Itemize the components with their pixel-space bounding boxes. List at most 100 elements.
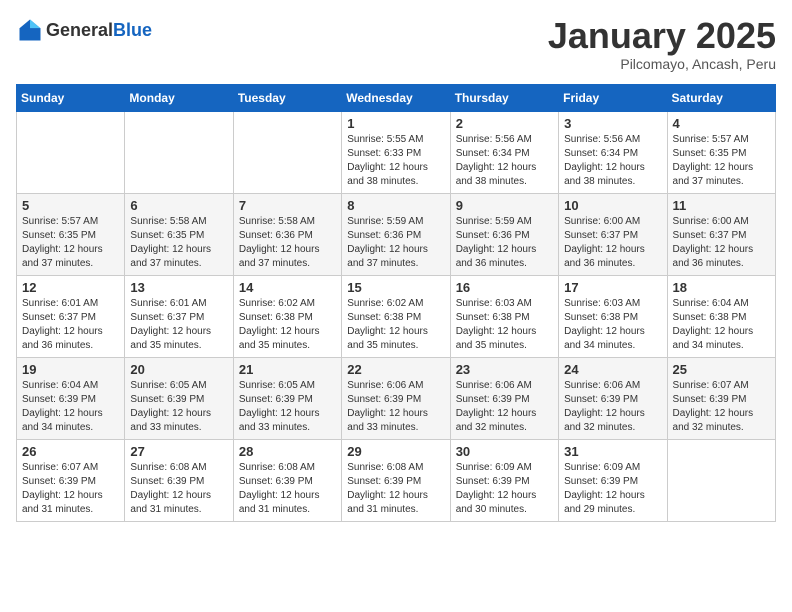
day-info: Sunrise: 6:01 AM Sunset: 6:37 PM Dayligh… bbox=[130, 297, 227, 353]
day-info: Sunrise: 5:57 AM Sunset: 6:35 PM Dayligh… bbox=[673, 133, 770, 189]
calendar-cell: 4 Sunrise: 5:57 AM Sunset: 6:35 PM Daylig… bbox=[667, 111, 775, 193]
day-of-week-header: Wednesday bbox=[342, 84, 450, 111]
calendar-cell: 10 Sunrise: 6:00 AM Sunset: 6:37 PM Dayli… bbox=[559, 193, 667, 275]
calendar-cell bbox=[125, 111, 233, 193]
day-number: 24 bbox=[564, 362, 661, 377]
day-number: 12 bbox=[22, 280, 119, 295]
calendar-cell: 8 Sunrise: 5:59 AM Sunset: 6:36 PM Daylig… bbox=[342, 193, 450, 275]
calendar-cell: 5 Sunrise: 5:57 AM Sunset: 6:35 PM Daylig… bbox=[17, 193, 125, 275]
day-number: 3 bbox=[564, 116, 661, 131]
day-info: Sunrise: 5:59 AM Sunset: 6:36 PM Dayligh… bbox=[456, 215, 553, 271]
day-number: 28 bbox=[239, 444, 336, 459]
calendar-header-row: SundayMondayTuesdayWednesdayThursdayFrid… bbox=[17, 84, 776, 111]
calendar-cell: 3 Sunrise: 5:56 AM Sunset: 6:34 PM Daylig… bbox=[559, 111, 667, 193]
calendar-cell bbox=[17, 111, 125, 193]
month-title: January 2025 bbox=[548, 16, 776, 56]
day-number: 19 bbox=[22, 362, 119, 377]
calendar-cell: 12Sunrise: 6:01 AM Sunset: 6:37 PM Dayli… bbox=[17, 275, 125, 357]
day-of-week-header: Saturday bbox=[667, 84, 775, 111]
day-info: Sunrise: 5:56 AM Sunset: 6:34 PM Dayligh… bbox=[564, 133, 661, 189]
day-info: Sunrise: 6:06 AM Sunset: 6:39 PM Dayligh… bbox=[347, 379, 444, 435]
calendar-cell: 24 Sunrise: 6:06 AM Sunset: 6:39 PM Dayli… bbox=[559, 357, 667, 439]
day-number: 14 bbox=[239, 280, 336, 295]
logo-icon bbox=[16, 16, 44, 44]
day-info: Sunrise: 5:58 AM Sunset: 6:35 PM Dayligh… bbox=[130, 215, 227, 271]
calendar-week-row: 1 Sunrise: 5:55 AM Sunset: 6:33 PM Daylig… bbox=[17, 111, 776, 193]
day-info: Sunrise: 6:04 AM Sunset: 6:39 PM Dayligh… bbox=[22, 379, 119, 435]
calendar-cell bbox=[667, 439, 775, 521]
day-number: 27 bbox=[130, 444, 227, 459]
day-info: Sunrise: 6:07 AM Sunset: 6:39 PM Dayligh… bbox=[673, 379, 770, 435]
day-number: 21 bbox=[239, 362, 336, 377]
calendar-week-row: 5 Sunrise: 5:57 AM Sunset: 6:35 PM Daylig… bbox=[17, 193, 776, 275]
day-info: Sunrise: 6:00 AM Sunset: 6:37 PM Dayligh… bbox=[673, 215, 770, 271]
calendar-cell: 21Sunrise: 6:05 AM Sunset: 6:39 PM Dayli… bbox=[233, 357, 341, 439]
day-number: 22 bbox=[347, 362, 444, 377]
day-number: 23 bbox=[456, 362, 553, 377]
logo-blue: Blue bbox=[113, 20, 152, 40]
day-number: 1 bbox=[347, 116, 444, 131]
calendar-cell: 2Sunrise: 5:56 AM Sunset: 6:34 PM Daylig… bbox=[450, 111, 558, 193]
day-info: Sunrise: 6:03 AM Sunset: 6:38 PM Dayligh… bbox=[456, 297, 553, 353]
title-block: January 2025 Pilcomayo, Ancash, Peru bbox=[548, 16, 776, 72]
calendar-cell: 26 Sunrise: 6:07 AM Sunset: 6:39 PM Dayli… bbox=[17, 439, 125, 521]
day-number: 11 bbox=[673, 198, 770, 213]
logo-text: GeneralBlue bbox=[46, 20, 152, 41]
calendar-table: SundayMondayTuesdayWednesdayThursdayFrid… bbox=[16, 84, 776, 522]
day-of-week-header: Monday bbox=[125, 84, 233, 111]
day-info: Sunrise: 6:02 AM Sunset: 6:38 PM Dayligh… bbox=[239, 297, 336, 353]
day-number: 17 bbox=[564, 280, 661, 295]
day-of-week-header: Friday bbox=[559, 84, 667, 111]
calendar-cell: 14 Sunrise: 6:02 AM Sunset: 6:38 PM Dayli… bbox=[233, 275, 341, 357]
calendar-cell: 31Sunrise: 6:09 AM Sunset: 6:39 PM Dayli… bbox=[559, 439, 667, 521]
calendar-cell: 11 Sunrise: 6:00 AM Sunset: 6:37 PM Dayli… bbox=[667, 193, 775, 275]
day-number: 7 bbox=[239, 198, 336, 213]
day-info: Sunrise: 5:57 AM Sunset: 6:35 PM Dayligh… bbox=[22, 215, 119, 271]
calendar-week-row: 26 Sunrise: 6:07 AM Sunset: 6:39 PM Dayli… bbox=[17, 439, 776, 521]
day-number: 10 bbox=[564, 198, 661, 213]
calendar-cell: 18Sunrise: 6:04 AM Sunset: 6:38 PM Dayli… bbox=[667, 275, 775, 357]
calendar-cell: 23 Sunrise: 6:06 AM Sunset: 6:39 PM Dayli… bbox=[450, 357, 558, 439]
day-info: Sunrise: 6:08 AM Sunset: 6:39 PM Dayligh… bbox=[239, 461, 336, 517]
day-info: Sunrise: 6:06 AM Sunset: 6:39 PM Dayligh… bbox=[456, 379, 553, 435]
day-number: 8 bbox=[347, 198, 444, 213]
logo: GeneralBlue bbox=[16, 16, 152, 44]
calendar-cell: 25 Sunrise: 6:07 AM Sunset: 6:39 PM Dayli… bbox=[667, 357, 775, 439]
location-subtitle: Pilcomayo, Ancash, Peru bbox=[548, 56, 776, 72]
day-of-week-header: Sunday bbox=[17, 84, 125, 111]
calendar-cell: 29 Sunrise: 6:08 AM Sunset: 6:39 PM Dayli… bbox=[342, 439, 450, 521]
page-header: GeneralBlue January 2025 Pilcomayo, Anca… bbox=[16, 16, 776, 72]
calendar-cell: 28 Sunrise: 6:08 AM Sunset: 6:39 PM Dayli… bbox=[233, 439, 341, 521]
day-info: Sunrise: 6:00 AM Sunset: 6:37 PM Dayligh… bbox=[564, 215, 661, 271]
day-number: 26 bbox=[22, 444, 119, 459]
calendar-cell: 7 Sunrise: 5:58 AM Sunset: 6:36 PM Daylig… bbox=[233, 193, 341, 275]
day-info: Sunrise: 6:09 AM Sunset: 6:39 PM Dayligh… bbox=[456, 461, 553, 517]
calendar-cell: 27 Sunrise: 6:08 AM Sunset: 6:39 PM Dayli… bbox=[125, 439, 233, 521]
day-number: 4 bbox=[673, 116, 770, 131]
day-info: Sunrise: 6:03 AM Sunset: 6:38 PM Dayligh… bbox=[564, 297, 661, 353]
day-number: 15 bbox=[347, 280, 444, 295]
calendar-week-row: 19 Sunrise: 6:04 AM Sunset: 6:39 PM Dayli… bbox=[17, 357, 776, 439]
day-info: Sunrise: 6:02 AM Sunset: 6:38 PM Dayligh… bbox=[347, 297, 444, 353]
calendar-week-row: 12 Sunrise: 6:01 AM Sunset: 6:37 PM Dayli… bbox=[17, 275, 776, 357]
day-number: 5 bbox=[22, 198, 119, 213]
calendar-cell: 17 Sunrise: 6:03 AM Sunset: 6:38 PM Dayli… bbox=[559, 275, 667, 357]
day-info: Sunrise: 5:55 AM Sunset: 6:33 PM Dayligh… bbox=[347, 133, 444, 189]
day-info: Sunrise: 5:59 AM Sunset: 6:36 PM Dayligh… bbox=[347, 215, 444, 271]
day-info: Sunrise: 6:06 AM Sunset: 6:39 PM Dayligh… bbox=[564, 379, 661, 435]
day-info: Sunrise: 6:08 AM Sunset: 6:39 PM Dayligh… bbox=[347, 461, 444, 517]
day-info: Sunrise: 5:58 AM Sunset: 6:36 PM Dayligh… bbox=[239, 215, 336, 271]
day-info: Sunrise: 6:05 AM Sunset: 6:39 PM Dayligh… bbox=[130, 379, 227, 435]
logo-general: General bbox=[46, 20, 113, 40]
day-number: 29 bbox=[347, 444, 444, 459]
calendar-cell: 13Sunrise: 6:01 AM Sunset: 6:37 PM Dayli… bbox=[125, 275, 233, 357]
day-info: Sunrise: 6:07 AM Sunset: 6:39 PM Dayligh… bbox=[22, 461, 119, 517]
day-of-week-header: Tuesday bbox=[233, 84, 341, 111]
day-info: Sunrise: 6:08 AM Sunset: 6:39 PM Dayligh… bbox=[130, 461, 227, 517]
day-number: 6 bbox=[130, 198, 227, 213]
calendar-cell: 6 Sunrise: 5:58 AM Sunset: 6:35 PM Daylig… bbox=[125, 193, 233, 275]
calendar-cell: 15 Sunrise: 6:02 AM Sunset: 6:38 PM Dayli… bbox=[342, 275, 450, 357]
day-number: 25 bbox=[673, 362, 770, 377]
day-number: 2 bbox=[456, 116, 553, 131]
day-number: 20 bbox=[130, 362, 227, 377]
